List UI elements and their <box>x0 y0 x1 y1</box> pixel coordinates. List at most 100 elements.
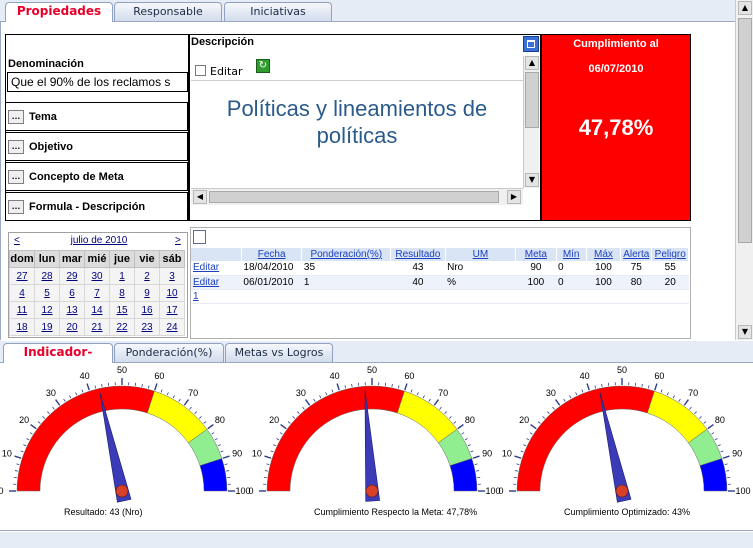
gauge-tick <box>707 424 714 430</box>
refresh-icon[interactable]: ↻ <box>256 59 270 73</box>
gauge-tick <box>514 470 518 472</box>
main-scroll-thumb[interactable] <box>738 18 752 243</box>
description-scrollbar-v[interactable]: ▲ ▼ <box>523 56 539 188</box>
tema-dots-button[interactable]: … <box>8 109 24 124</box>
calendar-day[interactable]: 2 <box>134 267 160 285</box>
scroll-right-arrow-icon[interactable]: ▶ <box>507 190 521 204</box>
denominacion-input[interactable]: Que el 90% de los reclamos s <box>7 72 188 92</box>
gauge-tick <box>563 398 566 402</box>
edit-link[interactable]: Editar <box>193 277 219 288</box>
formula-button-row[interactable]: … Formula - Descripción <box>5 192 188 221</box>
calendar-day[interactable]: 5 <box>34 284 60 302</box>
calendar-day[interactable]: 12 <box>34 301 60 319</box>
tab-metas-vs-logros[interactable]: Metas vs Logros <box>225 343 333 362</box>
gauge-tick <box>52 406 55 410</box>
maximize-icon[interactable] <box>523 36 539 52</box>
gauge-tick <box>467 444 471 447</box>
calendar-day[interactable]: 19 <box>34 318 60 336</box>
calendar-day[interactable]: 29 <box>59 267 85 285</box>
main-scrollbar-v[interactable]: ▲ ▼ <box>735 0 753 340</box>
new-record-icon[interactable] <box>193 230 206 244</box>
gauge-tick <box>453 421 457 424</box>
objetivo-button-row[interactable]: … Objetivo <box>5 132 188 161</box>
calendar-day[interactable]: 4 <box>9 284 35 302</box>
calendar-day[interactable]: 6 <box>59 284 85 302</box>
calendar-month-title: julio de 2010 <box>70 235 128 246</box>
tema-button-row[interactable]: … Tema <box>5 102 188 131</box>
calendar-day[interactable]: 17 <box>159 301 185 319</box>
calendar-day[interactable]: 15 <box>109 301 135 319</box>
calendar-day[interactable]: 1 <box>109 267 135 285</box>
grid-header[interactable]: Mín <box>556 248 587 261</box>
gauge-tick <box>647 385 650 389</box>
edit-checkbox[interactable] <box>195 65 206 76</box>
gauge-tick <box>297 411 300 415</box>
pager-link[interactable]: 1 <box>193 291 199 302</box>
tab-propiedades[interactable]: Propiedades <box>5 2 113 22</box>
gauge-tick <box>75 392 78 396</box>
gauge-tick <box>30 424 37 430</box>
calendar-day[interactable]: 16 <box>134 301 160 319</box>
calendar-day[interactable]: 9 <box>134 284 160 302</box>
scroll-left-arrow-icon[interactable]: ◀ <box>193 190 207 204</box>
grid-header[interactable]: Meta <box>515 248 557 261</box>
calendar-day[interactable]: 11 <box>9 301 35 319</box>
objetivo-dots-button[interactable]: … <box>8 139 24 154</box>
main-scroll-up-icon[interactable]: ▲ <box>738 1 752 15</box>
table-row: Editar 18/04/2010 35 43 Nro 90 0 100 75 … <box>191 261 689 276</box>
grid-header[interactable]: Fecha <box>241 248 303 261</box>
calendar-day[interactable]: 20 <box>59 318 85 336</box>
grid-cell: 35 <box>301 261 391 276</box>
description-text-area[interactable]: Políticas y lineamientos de políticas <box>191 80 523 188</box>
concepto-meta-button-row[interactable]: … Concepto de Meta <box>5 162 188 191</box>
tab-indicador-gauge[interactable]: Indicador-Gauge <box>3 343 113 376</box>
gauge-tick <box>569 395 572 399</box>
grid-header[interactable]: UM <box>445 248 517 261</box>
scroll-up-arrow-icon[interactable]: ▲ <box>525 56 539 70</box>
calendar-day[interactable]: 18 <box>9 318 35 336</box>
weekday: mié <box>84 250 110 268</box>
calendar-day[interactable]: 7 <box>84 284 110 302</box>
calendar-day[interactable]: 28 <box>34 267 60 285</box>
main-scroll-down-icon[interactable]: ▼ <box>738 325 752 339</box>
calendar-next-button[interactable]: > <box>175 235 181 246</box>
gauge-tick <box>86 383 90 391</box>
grid-header[interactable]: Máx <box>586 248 622 261</box>
calendar-day[interactable]: 10 <box>159 284 185 302</box>
scroll-thumb[interactable] <box>525 72 539 128</box>
gauge-tick <box>47 411 50 415</box>
formula-dots-button[interactable]: … <box>8 199 24 214</box>
gauge-tick <box>714 438 718 441</box>
tab-iniciativas[interactable]: Iniciativas <box>224 2 332 21</box>
tab-responsable[interactable]: Responsable <box>114 2 222 21</box>
calendar-day[interactable]: 3 <box>159 267 185 285</box>
calendar-day[interactable]: 22 <box>109 318 135 336</box>
edit-link[interactable]: Editar <box>193 262 219 273</box>
gauge-tick <box>474 463 478 466</box>
calendar-day[interactable]: 23 <box>134 318 160 336</box>
calendar-day[interactable]: 27 <box>9 267 35 285</box>
concepto-meta-dots-button[interactable]: … <box>8 169 24 184</box>
grid-header[interactable]: Ponderación(%) <box>301 248 392 261</box>
calendar-day[interactable]: 13 <box>59 301 85 319</box>
scroll-down-arrow-icon[interactable]: ▼ <box>525 173 539 187</box>
description-scrollbar-h[interactable]: ◀ ▶ <box>191 188 523 205</box>
scroll-h-thumb[interactable] <box>209 191 499 203</box>
grid-header[interactable]: Peligro <box>651 248 689 261</box>
tab-ponderacion[interactable]: Ponderación(%) <box>114 343 224 362</box>
grid-header[interactable]: Alerta <box>620 248 653 261</box>
gauge-tick <box>397 385 400 389</box>
grid-cell: 100 <box>586 261 621 276</box>
gauge-tick <box>457 424 464 430</box>
gauge-band <box>16 385 155 492</box>
grid-cell: 40 <box>390 275 446 290</box>
calendar-day[interactable]: 8 <box>109 284 135 302</box>
calendar-day[interactable]: 24 <box>159 318 185 336</box>
gauge-tick <box>313 398 316 402</box>
calendar-day[interactable]: 30 <box>84 267 110 285</box>
grid-header[interactable]: Resultado <box>390 248 446 261</box>
grid-cell: 100 <box>515 275 557 290</box>
calendar-day[interactable]: 14 <box>84 301 110 319</box>
calendar-day[interactable]: 21 <box>84 318 110 336</box>
gauge-tick <box>581 389 584 393</box>
